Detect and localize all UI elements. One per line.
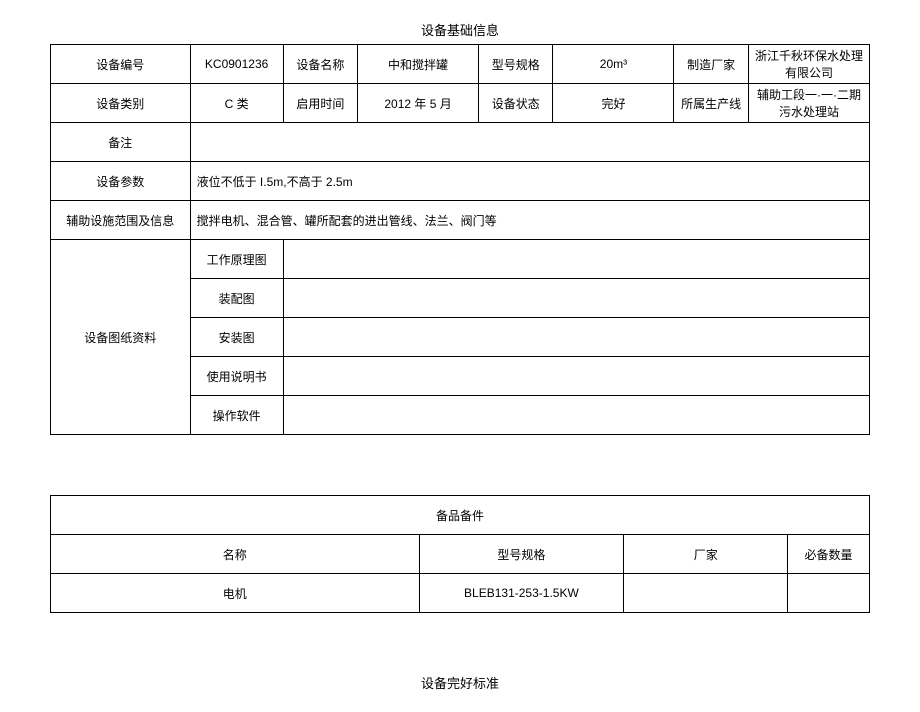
table-row: 备注 <box>51 123 870 162</box>
cell-empty <box>283 240 869 279</box>
cell-label: 制造厂家 <box>674 45 748 84</box>
cell-value: BLEB131-253-1.5KW <box>419 574 624 613</box>
table-row: 设备编号 KC0901236 设备名称 中和搅拌罐 型号规格 20m³ 制造厂家… <box>51 45 870 84</box>
cell-label: 设备名称 <box>283 45 357 84</box>
page-title-3: 设备完好标准 <box>50 673 870 692</box>
cell-label: 备注 <box>51 123 191 162</box>
col-header: 厂家 <box>624 535 788 574</box>
cell-value: 中和搅拌罐 <box>358 45 479 84</box>
table-row: 设备图纸资料 工作原理图 <box>51 240 870 279</box>
cell-empty <box>283 396 869 435</box>
spare-parts-table: 备品备件 名称 型号规格 厂家 必备数量 电机 BLEB131-253-1.5K… <box>50 495 870 613</box>
cell-label: 设备图纸资料 <box>51 240 191 435</box>
cell-label: 型号规格 <box>479 45 553 84</box>
col-header: 名称 <box>51 535 420 574</box>
table-row: 设备类别 C 类 启用时间 2012 年 5 月 设备状态 完好 所属生产线 辅… <box>51 84 870 123</box>
cell-value: 2012 年 5 月 <box>358 84 479 123</box>
spare-parts-title: 备品备件 <box>51 496 870 535</box>
cell-value: 操作软件 <box>190 396 283 435</box>
table-row: 电机 BLEB131-253-1.5KW <box>51 574 870 613</box>
cell-value: 电机 <box>51 574 420 613</box>
cell-value: 使用说明书 <box>190 357 283 396</box>
cell-empty <box>283 357 869 396</box>
col-header: 必备数量 <box>788 535 870 574</box>
cell-label: 设备状态 <box>479 84 553 123</box>
cell-value: KC0901236 <box>190 45 283 84</box>
cell-value <box>788 574 870 613</box>
cell-value: 20m³ <box>553 45 674 84</box>
cell-value <box>624 574 788 613</box>
table-row: 辅助设施范围及信息 搅拌电机、混合管、罐所配套的进出管线、法兰、阀门等 <box>51 201 870 240</box>
table-row: 名称 型号规格 厂家 必备数量 <box>51 535 870 574</box>
cell-value <box>190 123 869 162</box>
table-row: 设备参数 液位不低于 I.5m,不高于 2.5m <box>51 162 870 201</box>
cell-label: 设备参数 <box>51 162 191 201</box>
cell-label: 设备编号 <box>51 45 191 84</box>
cell-empty <box>283 318 869 357</box>
cell-value: 浙江千秋环保水处理有限公司 <box>748 45 869 84</box>
cell-value: C 类 <box>190 84 283 123</box>
cell-value: 辅助工段一·一·二期污水处理站 <box>748 84 869 123</box>
cell-value: 完好 <box>553 84 674 123</box>
col-header: 型号规格 <box>419 535 624 574</box>
table-row: 备品备件 <box>51 496 870 535</box>
page-title-1: 设备基础信息 <box>50 20 870 39</box>
equipment-info-table: 设备编号 KC0901236 设备名称 中和搅拌罐 型号规格 20m³ 制造厂家… <box>50 44 870 435</box>
cell-value: 搅拌电机、混合管、罐所配套的进出管线、法兰、阀门等 <box>190 201 869 240</box>
cell-value: 装配图 <box>190 279 283 318</box>
cell-label: 设备类别 <box>51 84 191 123</box>
cell-value: 工作原理图 <box>190 240 283 279</box>
cell-label: 启用时间 <box>283 84 357 123</box>
cell-value: 液位不低于 I.5m,不高于 2.5m <box>190 162 869 201</box>
cell-value: 安装图 <box>190 318 283 357</box>
cell-label: 辅助设施范围及信息 <box>51 201 191 240</box>
cell-label: 所属生产线 <box>674 84 748 123</box>
cell-empty <box>283 279 869 318</box>
